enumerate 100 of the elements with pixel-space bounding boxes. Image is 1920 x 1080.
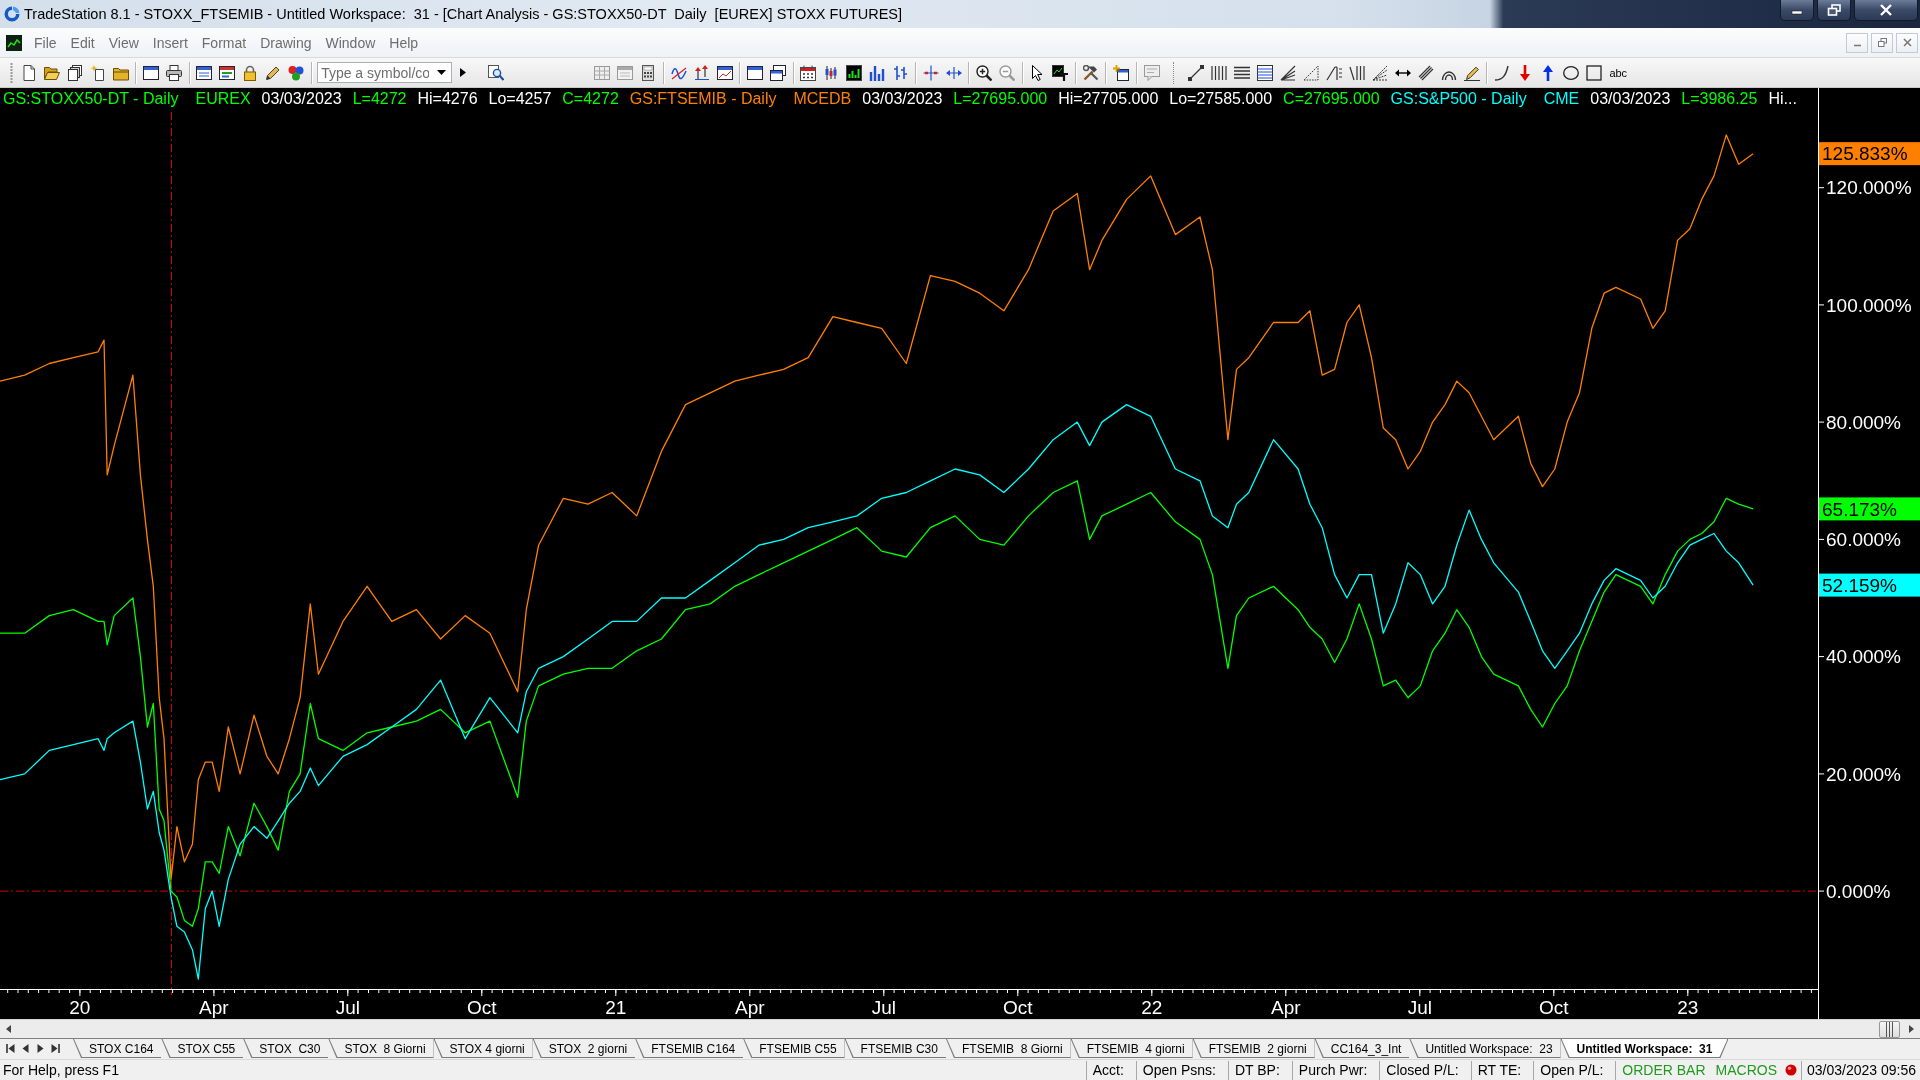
caret-icon[interactable] [437,70,447,75]
left-arrow-icon[interactable] [21,1044,30,1053]
lines-icon[interactable] [1348,64,1365,81]
symbol-field[interactable]: Type a symbol/co [317,62,453,83]
date-label: Oct [1539,997,1569,1018]
workspace-tab[interactable]: STOX C164 [73,1039,162,1058]
workspace-tab[interactable]: STOX 8 Giorni [328,1039,434,1058]
vertical-lines-icon[interactable] [1210,64,1227,81]
menu-item[interactable]: View [101,31,146,54]
speed-lines-icon[interactable] [1325,64,1342,81]
app-logo-icon [4,6,20,22]
axis-label: 40.000% [1826,646,1901,668]
bar-chart-icon[interactable] [869,64,886,81]
legend-close-price: C=27695.000 [1283,90,1380,108]
workspace-tab[interactable]: FTSEMIB 4 giorni [1070,1039,1193,1058]
colored-dots-icon[interactable] [288,64,305,81]
workspace-tab[interactable]: STOX C30 [243,1039,329,1058]
workspace-tab[interactable]: FTSEMIB 2 giorni [1192,1039,1315,1058]
pencil-icon[interactable] [265,64,282,81]
close-button[interactable] [1854,0,1918,21]
crosshair-icon[interactable] [922,64,939,81]
angle-lines-icon[interactable] [1371,64,1388,81]
calculator-icon[interactable] [640,64,657,81]
window-icon[interactable] [142,64,159,81]
price-bars-icon[interactable] [892,64,909,81]
menu-item[interactable]: File [27,31,64,54]
minimize-button[interactable] [1780,0,1814,21]
restore-button[interactable] [1817,0,1851,21]
printer-icon[interactable] [165,64,182,81]
chart-screen-icon[interactable] [846,64,863,81]
candlestick-icon[interactable] [823,64,840,81]
ellipse-icon[interactable] [1562,64,1579,81]
workspace-tab[interactable]: FTSEMIB C55 [743,1039,845,1058]
menu-item[interactable]: Drawing [253,31,319,54]
date-label: 20 [69,997,91,1018]
stacked-pages-icon[interactable] [66,64,83,81]
new-page-icon[interactable] [89,64,106,81]
expand-arrows-icon[interactable] [945,64,962,81]
curve-icon[interactable] [1493,64,1510,81]
pencil-icon[interactable] [1463,64,1480,81]
workspace-tab[interactable]: STOX 2 giorni [532,1039,636,1058]
workspace-tab[interactable]: FTSEMIB C164 [635,1039,744,1058]
chart-window-icon[interactable] [716,64,733,81]
add-window-icon[interactable] [1113,64,1130,81]
zoom-out-icon[interactable] [999,64,1015,81]
legend-date: 03/03/2023 [1590,90,1671,108]
windows-icon[interactable] [769,64,786,81]
chart-icon[interactable] [6,34,22,51]
horizontal-scrollbar[interactable] [0,1019,1920,1038]
workspace-tab[interactable]: FTSEMIB C30 [844,1039,946,1058]
grip-icon[interactable] [10,62,14,83]
workspace-tab[interactable]: Untitled Workspace: 31 [1560,1039,1729,1058]
grid-icon[interactable] [594,64,611,81]
workspace-tab[interactable]: CC164_3_Int [1314,1039,1410,1058]
menu-item[interactable]: Format [194,31,254,54]
search-icon[interactable] [488,64,505,81]
rectangle-icon[interactable] [1585,64,1602,81]
status-field: DT BP: [1227,1060,1292,1080]
chart-text-icon[interactable] [1052,64,1069,81]
new-document-icon[interactable] [20,64,37,81]
comment-icon[interactable] [1143,64,1160,81]
skip-end-icon[interactable] [51,1044,60,1053]
angle-icon[interactable] [1302,64,1319,81]
retracement-icon[interactable] [1256,64,1273,81]
axis-label: 120.000% [1826,177,1912,199]
workspace-tab[interactable]: STOX C55 [161,1039,244,1058]
menu-item[interactable]: Window [318,31,383,54]
menu-item[interactable]: Edit [63,31,102,54]
horizontal-lines-icon[interactable] [1233,64,1250,81]
legend-high-price: Hi=27705.000 [1058,90,1159,108]
workspace-tab[interactable]: Untitled Workspace: 23 [1409,1039,1561,1058]
zoom-in-icon[interactable] [976,64,992,81]
window-bars-icon[interactable] [219,64,236,81]
parallel-lines-icon[interactable] [1417,64,1434,81]
menu-item[interactable]: Insert [145,31,195,54]
date-label: Jul [1407,997,1432,1018]
date-label: Apr [735,997,765,1018]
right-arrow-icon[interactable] [1909,1025,1914,1033]
legend-symbol: GS:S&P500 - Daily [1390,90,1527,108]
last-value-label: 52.159% [1819,573,1920,597]
legend-high-price: Hi... [1768,90,1797,108]
trendline-icon[interactable] [1187,64,1204,81]
tools-icon[interactable] [1082,64,1099,81]
window-icon[interactable] [746,64,763,81]
text-tool[interactable]: abc [1608,66,1629,79]
lock-icon[interactable] [242,64,259,81]
workspace-tab[interactable]: STOX 4 giorni [433,1039,533,1058]
right-arrow-icon[interactable] [36,1044,45,1053]
scroll-thumb[interactable] [1879,1020,1900,1038]
skip-start-icon[interactable] [6,1044,15,1053]
open-folder-icon[interactable] [43,64,60,81]
window-list-icon[interactable] [196,64,213,81]
left-arrow-icon[interactable] [6,1025,11,1033]
trend-arrows-icon[interactable] [693,64,710,81]
fan-lines-icon[interactable] [1279,64,1296,81]
calendar-icon[interactable] [800,64,817,81]
help-text: For Help, press F1 [2,1062,120,1078]
play-icon[interactable] [460,68,467,77]
menu-item[interactable]: Help [382,31,426,54]
workspace-tab[interactable]: FTSEMIB 8 Giorni [945,1039,1071,1058]
